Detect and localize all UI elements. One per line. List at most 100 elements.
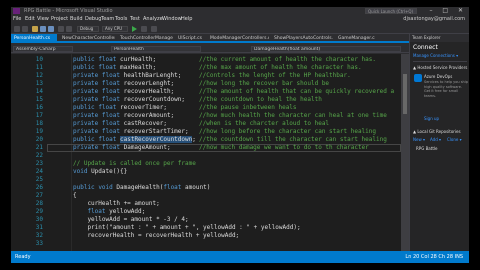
menu-project[interactable]: Project (51, 15, 68, 24)
tab-team-explorer[interactable]: Team Explorer (412, 34, 441, 42)
line-number: 19 (35, 128, 43, 135)
code-text: { (73, 192, 77, 199)
code-text: private float recoverAmount; (73, 112, 175, 119)
save-all-icon[interactable] (48, 26, 54, 32)
tab-uiscript[interactable]: UIScript.cs (175, 34, 205, 43)
manage-connections-link[interactable]: Manage Connections ▾ (413, 53, 458, 59)
user-account[interactable]: djsaxtongay@gmail.com (403, 15, 465, 24)
add-repo-link[interactable]: Add ▾ (430, 137, 441, 142)
tab-newcharactercontroller[interactable]: NewCharacterController.cs (59, 34, 115, 43)
code-line[interactable]: 32 recoverHealth = recoverHealth + yello… (11, 232, 401, 240)
menu-file[interactable]: File (13, 15, 21, 24)
menu-view[interactable]: View (37, 15, 49, 24)
code-line[interactable]: 22 (11, 152, 401, 160)
code-line[interactable]: 20 public float castRecoverCountdown;//th… (11, 136, 401, 144)
open-folder-icon[interactable] (32, 26, 38, 32)
local-git-header[interactable]: ▲ Local Git Repositories (413, 129, 461, 135)
format-icon[interactable] (151, 26, 157, 32)
code-comment: //how long the recover bar should be (199, 80, 330, 87)
code-line[interactable]: 30 yellowAdd = amount * -3 / 4; (11, 216, 401, 224)
team-explorer-panel: Team Explorer Connect Manage Connections… (409, 34, 469, 251)
code-text: public float maxHealth; (73, 64, 157, 71)
side-divider (413, 61, 467, 62)
local-repo-item[interactable]: RPG Battle (416, 146, 437, 151)
menu-debug[interactable]: Debug (85, 15, 101, 24)
undo-icon[interactable] (58, 26, 64, 32)
tab-personhealth[interactable]: PersonHealth.cs (11, 34, 57, 43)
line-number: 29 (35, 208, 43, 215)
line-number: 17 (35, 112, 43, 119)
code-line[interactable]: 10 public float curHealth; //the current a… (11, 56, 401, 64)
code-text: yellowAdd = amount * -3 / 4; (73, 216, 189, 223)
code-line[interactable]: 28 curHealth += amount; (11, 200, 401, 208)
line-number: 28 (35, 200, 43, 207)
code-line[interactable]: 16 public float recoverTimer; //the pause … (11, 104, 401, 112)
project-dropdown[interactable]: Assembly-CSharp (13, 46, 73, 52)
code-comment: //Controls the lenght of the HP healthba… (199, 72, 351, 79)
code-line[interactable]: 17 private float recoverAmount; //how much… (11, 112, 401, 120)
provider-signup-link[interactable]: Sign up (424, 116, 439, 121)
vertical-scrollbar[interactable] (401, 54, 409, 251)
scrollbar-thumb[interactable] (403, 74, 407, 114)
code-line[interactable]: 29 float yellowAdd; (11, 208, 401, 216)
redo-icon[interactable] (66, 26, 72, 32)
save-icon[interactable] (40, 26, 46, 32)
line-number: 14 (35, 88, 43, 95)
code-text: recoverHealth = recoverHealth + yellowAd… (73, 232, 240, 239)
code-text: private float recoverStartTimer; (73, 128, 189, 135)
code-comment: //how much health the character can heal… (199, 112, 387, 119)
code-line[interactable]: 31 print("amount : " + amount + ", yello… (11, 224, 401, 232)
tab-gamemanager[interactable]: GameManager.cs (335, 34, 375, 43)
code-text: private float castRecover; (73, 120, 167, 127)
play-icon[interactable] (132, 26, 137, 32)
menu-analyze[interactable]: Analyze (143, 15, 163, 24)
menu-edit[interactable]: Edit (25, 15, 35, 24)
code-editor[interactable]: 10 public float curHealth; //the current a… (11, 54, 409, 251)
tab-showplayersautocontrols[interactable]: ShowPlayersAutoControls.cs (271, 34, 333, 43)
code-line[interactable]: 26 public void DamageHealth(float amount) (11, 184, 401, 192)
code-line[interactable]: 13 private float recoverLenght; //how long… (11, 80, 401, 88)
clone-repo-link[interactable]: Clone ▾ (447, 137, 462, 142)
menu-help[interactable]: Help (181, 15, 192, 24)
code-text: private float recoverCountdown; (73, 96, 186, 103)
line-number: 10 (35, 56, 43, 63)
side-panel-title: Connect (413, 44, 438, 51)
menu-build[interactable]: Build (70, 15, 83, 24)
provider-name: Azure DevOps (424, 74, 453, 79)
hosted-providers-header[interactable]: ▲ Hosted Service Providers (413, 65, 467, 71)
code-text: print("amount : " + amount + ", yellowAd… (73, 224, 301, 231)
forward-icon[interactable] (22, 26, 28, 32)
platform-select[interactable]: Any CPU (102, 26, 128, 32)
code-line[interactable]: 27 { (11, 192, 401, 200)
member-dropdown[interactable]: DamageHealth(float amount) (251, 46, 401, 52)
line-number: 20 (35, 136, 43, 143)
code-line[interactable]: 24 void Update(){} (11, 168, 401, 176)
code-line[interactable]: 21 private float DamageAmount; //how much … (11, 144, 401, 152)
window-controls[interactable]: – □ ✕ (429, 7, 467, 15)
code-line[interactable]: 11 public float maxHealth; //the max amoun… (11, 64, 401, 72)
attach-icon[interactable] (141, 26, 147, 32)
code-text: public float castRecoverCountdown; (73, 136, 196, 143)
code-line[interactable]: 18 private float castRecover; //when is th… (11, 120, 401, 128)
code-line[interactable]: 15 private float recoverCountdown; //the c… (11, 96, 401, 104)
line-number: 26 (35, 184, 43, 191)
code-line[interactable]: 33 (11, 240, 401, 248)
new-repo-link[interactable]: New ▾ (413, 137, 425, 142)
tab-touchcontrollermanager[interactable]: TouchControllerManager.cs (117, 34, 173, 43)
class-dropdown[interactable]: PersonHealth (111, 46, 201, 52)
quick-launch-input[interactable]: Quick Launch (Ctrl+Q) (365, 8, 417, 14)
code-line[interactable]: 12 private float healthBarLenght; //Contro… (11, 72, 401, 80)
configuration-select[interactable]: Debug (77, 26, 99, 32)
code-line[interactable]: 19 private float recoverStartTimer; //how … (11, 128, 401, 136)
menu-window[interactable]: Window (162, 15, 182, 24)
line-number: 33 (35, 240, 43, 247)
code-line[interactable]: 25 (11, 176, 401, 184)
back-icon[interactable] (14, 26, 20, 32)
menu-team[interactable]: Team (101, 15, 114, 24)
line-number: 16 (35, 104, 43, 111)
tab-modemanagercontrollers[interactable]: ModeManagerControllers.cs (207, 34, 269, 43)
code-line[interactable]: 23 // Update is called once per frame (11, 160, 401, 168)
menu-test[interactable]: Test (130, 15, 140, 24)
menu-tools[interactable]: Tools (115, 15, 127, 24)
code-line[interactable]: 14 private float recoverHealth; //The amou… (11, 88, 401, 96)
